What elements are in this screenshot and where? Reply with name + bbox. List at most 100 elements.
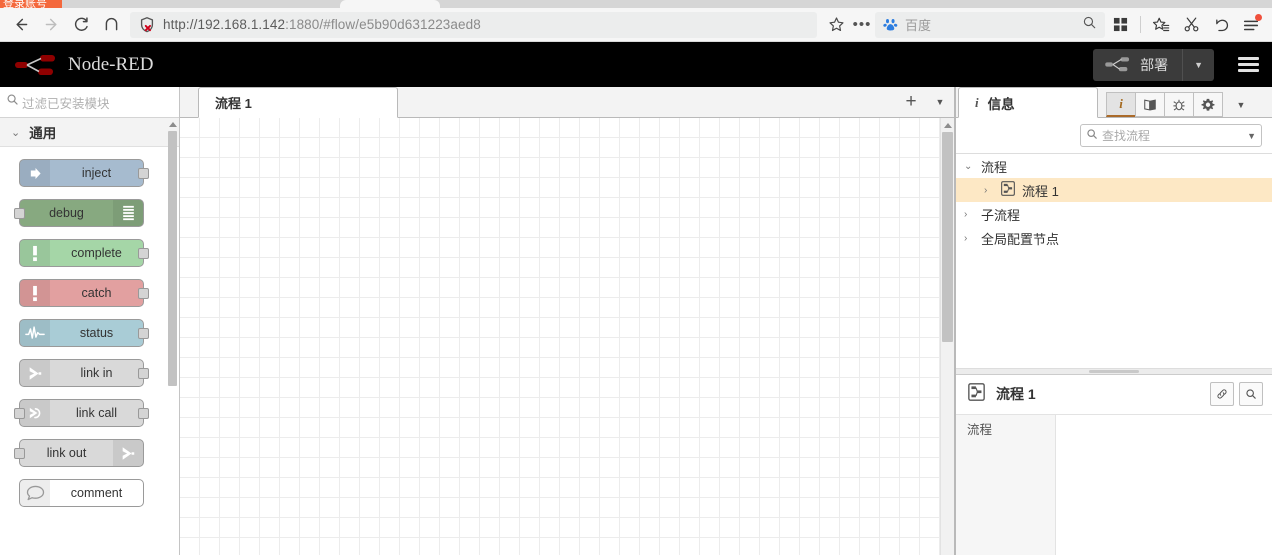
collections-star-icon[interactable] xyxy=(1146,11,1176,39)
palette-node-debug[interactable]: debug xyxy=(14,199,144,227)
search-icon[interactable] xyxy=(1239,382,1263,406)
flow-tab-active[interactable]: 流程 1 xyxy=(198,87,398,118)
scroll-up-arrow-icon[interactable] xyxy=(943,123,952,128)
chevron-right-icon[interactable]: › xyxy=(964,233,974,244)
chevron-right-icon[interactable]: › xyxy=(964,209,974,220)
search-box[interactable]: 百度 xyxy=(875,11,1105,38)
deploy-icon xyxy=(1105,57,1130,72)
output-port[interactable] xyxy=(138,248,149,259)
tree-item-subflows[interactable]: › 子流程 xyxy=(956,202,1272,226)
input-port[interactable] xyxy=(14,448,25,459)
link-arrow-icon xyxy=(20,360,50,386)
input-port[interactable] xyxy=(14,408,25,419)
reload-icon[interactable] xyxy=(66,11,96,39)
search-icon[interactable] xyxy=(1082,15,1097,35)
sidebar-tool-help[interactable] xyxy=(1135,92,1165,117)
flow-tabbar: 流程 1 + ▼ xyxy=(180,87,954,118)
sidebar-tab-label: 信息 xyxy=(987,96,1015,112)
sidebar-tool-debug[interactable] xyxy=(1164,92,1194,117)
palette-scrollbar-thumb[interactable] xyxy=(168,131,177,386)
exclamation-icon xyxy=(20,240,50,266)
palette-category-common[interactable]: ⌄ 通用 xyxy=(0,118,179,147)
deploy-button-main[interactable]: 部署 xyxy=(1093,48,1184,81)
palette-node-complete[interactable]: complete xyxy=(19,239,149,267)
palette-node-comment[interactable]: comment xyxy=(19,479,144,507)
link-arrow-icon xyxy=(113,440,143,466)
flow-list-chevron-down-icon[interactable]: ▼ xyxy=(926,87,954,117)
palette-node-label: complete xyxy=(71,246,122,260)
palette-node-list: inject debug complete catch status link … xyxy=(0,147,179,525)
forward-arrow-icon xyxy=(36,11,66,39)
pulse-icon xyxy=(20,320,50,346)
palette-scrollbar[interactable] xyxy=(168,122,177,555)
tree-item-flow-1[interactable]: › 流程 1 xyxy=(956,178,1272,202)
input-port[interactable] xyxy=(14,208,25,219)
palette-node-label: status xyxy=(79,326,114,340)
canvas-scrollbar-thumb[interactable] xyxy=(942,132,953,342)
config-gear-icon xyxy=(1201,98,1215,111)
link-icon[interactable] xyxy=(1210,382,1234,406)
flow-icon xyxy=(1001,181,1015,199)
bookmark-star-icon[interactable] xyxy=(823,16,849,33)
tree-item-label: 子流程 xyxy=(981,207,1021,223)
browser-tab-active[interactable] xyxy=(340,0,440,8)
help-book-icon xyxy=(1144,99,1156,111)
home-icon[interactable] xyxy=(96,11,126,39)
output-port[interactable] xyxy=(138,408,149,419)
node-red-logo-icon xyxy=(15,54,55,75)
chevron-right-icon[interactable]: › xyxy=(984,185,994,196)
shield-x-icon xyxy=(138,16,156,34)
output-port[interactable] xyxy=(138,368,149,379)
sidebar-resize-handle[interactable] xyxy=(956,367,1272,375)
debug-lines-icon xyxy=(113,200,143,226)
add-flow-plus-icon[interactable]: + xyxy=(896,87,926,117)
tree-item-flows[interactable]: ⌄ 流程 xyxy=(956,154,1272,178)
browser-menu-icon[interactable] xyxy=(1236,11,1266,39)
info-panel-title: 流程 1 xyxy=(996,386,1036,402)
sidebar-menu-chevron-down-icon[interactable]: ▼ xyxy=(1228,92,1254,117)
palette-node-inject[interactable]: inject xyxy=(19,159,149,187)
app-header: Node-RED 部署 ▼ xyxy=(0,42,1272,87)
palette-node-link-in[interactable]: link in xyxy=(19,359,149,387)
chevron-down-icon[interactable]: ⌄ xyxy=(964,161,974,172)
scissors-icon[interactable] xyxy=(1176,11,1206,39)
back-arrow-icon[interactable] xyxy=(6,11,36,39)
sidebar-tab-info[interactable]: i 信息 xyxy=(958,87,1098,118)
flow-search-field[interactable]: 查找流程 ▼ xyxy=(1080,124,1262,147)
scroll-up-arrow-icon[interactable] xyxy=(168,122,177,127)
undo-icon[interactable] xyxy=(1206,11,1236,39)
node-red-logo[interactable]: Node-RED xyxy=(14,51,153,79)
sidebar-tool-info[interactable]: i xyxy=(1106,92,1136,117)
sidebar-search-row: 查找流程 ▼ xyxy=(956,118,1272,154)
deploy-dropdown-chevron-down-icon[interactable]: ▼ xyxy=(1183,60,1214,70)
main-menu-button[interactable] xyxy=(1224,42,1272,87)
browser-tab-inactive[interactable]: 登录账号 xyxy=(0,0,62,8)
palette-node-label: link in xyxy=(80,366,113,380)
property-label: 流程 xyxy=(956,414,1056,555)
tree-item-global-config-nodes[interactable]: › 全局配置节点 xyxy=(956,226,1272,250)
output-port[interactable] xyxy=(138,328,149,339)
exclamation-icon xyxy=(20,280,50,306)
palette-node-link-out[interactable]: link out xyxy=(14,439,144,467)
grid-apps-icon[interactable] xyxy=(1105,11,1135,39)
speech-bubble-icon xyxy=(20,480,50,506)
palette-node-status[interactable]: status xyxy=(19,319,149,347)
address-bar[interactable]: http://192.168.1.142:1880/#flow/e5b90d63… xyxy=(130,11,817,38)
output-port[interactable] xyxy=(138,168,149,179)
url-host: http://192.168.1.142 xyxy=(163,17,286,32)
tree-item-label: 流程 xyxy=(981,159,1008,175)
node-palette: 过滤已安装模块 ⌄ 通用 inject debug complete catch… xyxy=(0,87,180,555)
palette-filter-field[interactable]: 过滤已安装模块 xyxy=(0,87,179,118)
chevron-down-icon[interactable]: ▼ xyxy=(1247,131,1256,141)
canvas-scrollbar[interactable] xyxy=(940,118,954,555)
deploy-button[interactable]: 部署 ▼ xyxy=(1093,48,1214,81)
palette-node-label: comment xyxy=(70,486,123,500)
chevron-down-icon: ⌄ xyxy=(11,126,21,139)
palette-node-label: debug xyxy=(49,206,84,220)
flow-canvas[interactable] xyxy=(180,118,954,555)
sidebar-tool-config[interactable] xyxy=(1193,92,1223,117)
palette-node-link-call[interactable]: link call xyxy=(14,399,149,427)
output-port[interactable] xyxy=(138,288,149,299)
more-options-icon[interactable]: ••• xyxy=(849,16,875,33)
palette-node-catch[interactable]: catch xyxy=(19,279,149,307)
